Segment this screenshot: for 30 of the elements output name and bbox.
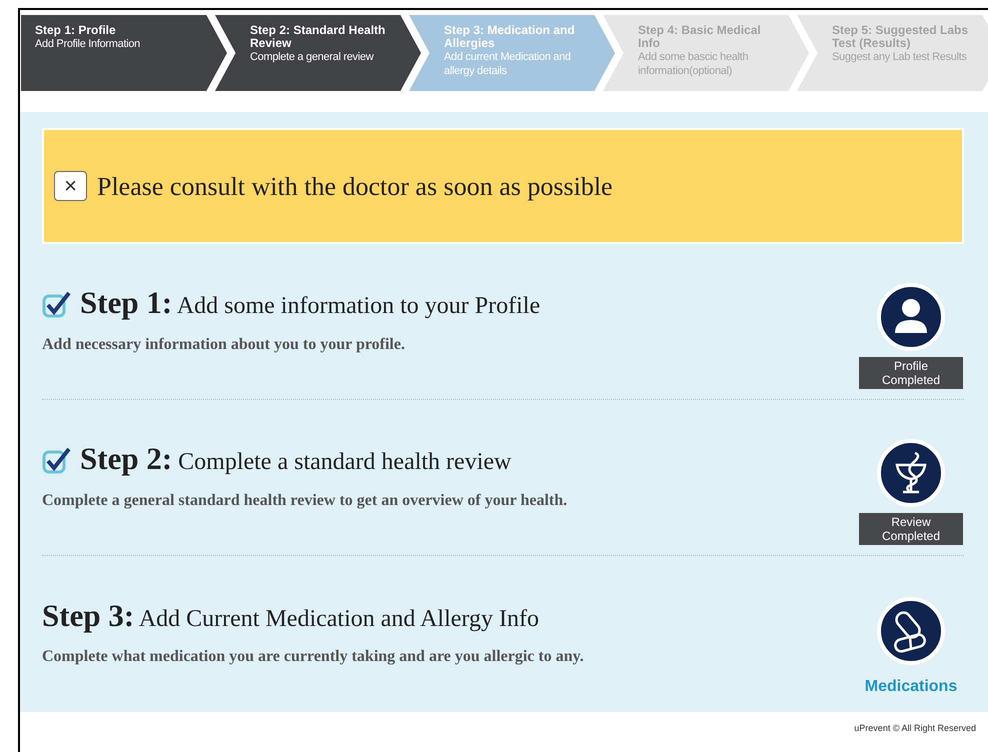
step-title: Step 4: Basic Medical Info	[638, 24, 762, 50]
status-badge: Review Completed	[859, 512, 963, 544]
wizard-step[interactable]: Step 4: Basic Medical Info Add some bascic health information(optional)	[603, 15, 809, 91]
section-description: Add necessary information about you to your profile.	[42, 334, 406, 355]
wizard-step[interactable]: Step 3: Medication and Allergies Add current Medication and allergy details	[409, 15, 615, 91]
step-title: Step 3: Medication and Allergies	[444, 24, 576, 50]
section-title: Step 2: Complete a standard health review	[80, 440, 512, 478]
step-subtitle: Add current Medication and allergy details	[444, 50, 572, 78]
close-button[interactable]: ×	[54, 171, 87, 201]
wizard-step[interactable]: Step 5: Suggested Labs Test (Results) Suggest any Lab test Results	[797, 15, 988, 91]
step-subtitle: Complete a general review	[250, 50, 375, 64]
status-badge: Profile Completed	[859, 356, 963, 388]
person-icon	[877, 282, 945, 350]
medicine-cup-icon	[877, 438, 945, 506]
step-subtitle: Add some bascic health information(optional)	[638, 50, 750, 78]
footer-text: uPrevent © All Right Reserved	[854, 722, 976, 735]
section-description: Complete what medication you are currently taking and are you allergic to any.	[42, 647, 585, 668]
step-title: Step 2: Standard Health Review	[250, 24, 386, 50]
step-subtitle: Add Profile Information	[35, 37, 141, 51]
section-title: Step 1:Add some information to your Profile	[80, 284, 540, 322]
step-title: Step 5: Suggested Labs Test (Results)	[832, 24, 970, 50]
medications-link[interactable]: Medications	[864, 675, 958, 699]
wizard-step[interactable]: Step 1: Profile Add Profile Information	[21, 15, 227, 91]
wizard-step[interactable]: Step 2: Standard Health Review Complete a general review	[215, 15, 421, 91]
section-title: Step 3:Add Current Medication and Allergy Info	[42, 596, 539, 635]
capsule-icon	[877, 597, 945, 665]
step-title: Step 1: Profile	[35, 24, 117, 37]
alert-message: Please consult with the doctor as soon as possible	[97, 170, 613, 202]
section-description: Complete a general standard health review to get an overview of your health.	[42, 490, 568, 511]
step-subtitle: Suggest any Lab test Results	[832, 50, 968, 64]
